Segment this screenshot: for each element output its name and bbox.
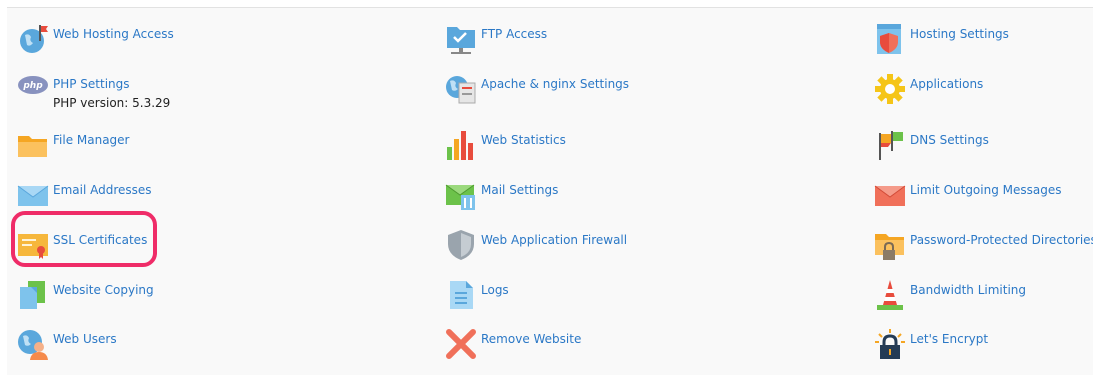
php-settings-label: PHP Settings	[53, 77, 130, 91]
document-log-icon	[445, 279, 477, 311]
ssl-certificates-label: SSL Certificates	[53, 233, 148, 247]
gear-icon	[874, 73, 906, 105]
remove-website-label: Remove Website	[481, 332, 582, 346]
php-version-text: PHP version: 5.3.29	[53, 96, 171, 110]
dns-settings-link[interactable]: DNS Settings	[874, 129, 989, 161]
web-hosting-access-label: Web Hosting Access	[53, 27, 174, 41]
applications-link[interactable]: Applications	[874, 73, 983, 105]
apache-nginx-settings-label: Apache & nginx Settings	[481, 77, 630, 91]
certificate-icon	[17, 229, 49, 261]
lets-encrypt-link[interactable]: Let's Encrypt	[874, 328, 988, 360]
lock-folder-icon	[874, 229, 906, 261]
lets-encrypt-label: Let's Encrypt	[910, 332, 989, 346]
web-users-link[interactable]: Web Users	[17, 328, 117, 360]
file-manager-label: File Manager	[53, 133, 130, 147]
ftp-access-label: FTP Access	[481, 27, 548, 41]
hosting-settings-icon	[874, 23, 906, 55]
apache-nginx-settings-link[interactable]: Apache & nginx Settings	[445, 73, 629, 105]
bandwidth-limiting-link[interactable]: Bandwidth Limiting	[874, 279, 1026, 311]
email-addresses-link[interactable]: Email Addresses	[17, 179, 152, 211]
server-globe-icon	[445, 73, 477, 105]
ssl-certificates-link[interactable]: SSL Certificates	[17, 229, 147, 261]
bandwidth-limiting-label: Bandwidth Limiting	[910, 283, 1027, 297]
web-application-firewall-label: Web Application Firewall	[481, 233, 628, 247]
web-users-label: Web Users	[53, 332, 117, 346]
file-manager-link[interactable]: File Manager	[17, 129, 130, 161]
website-copying-label: Website Copying	[53, 283, 154, 297]
svg-text:php: php	[22, 81, 43, 91]
shield-icon	[445, 229, 477, 261]
encrypt-lock-icon	[874, 328, 906, 360]
php-icon: php	[17, 73, 49, 105]
dns-settings-label: DNS Settings	[910, 133, 989, 147]
mail-settings-icon	[445, 179, 477, 211]
mail-settings-label: Mail Settings	[481, 183, 559, 197]
hosting-settings-label: Hosting Settings	[910, 27, 1009, 41]
remove-website-link[interactable]: Remove Website	[445, 328, 581, 360]
bar-chart-icon	[445, 129, 477, 161]
logs-link[interactable]: Logs	[445, 279, 509, 311]
applications-label: Applications	[910, 77, 984, 91]
web-hosting-access-link[interactable]: Web Hosting Access	[17, 23, 174, 55]
folder-icon	[17, 129, 49, 161]
hosting-settings-link[interactable]: Hosting Settings	[874, 23, 1009, 55]
password-protected-directories-link[interactable]: Password-Protected Directories	[874, 229, 1093, 261]
envelope-icon	[17, 179, 49, 211]
email-addresses-label: Email Addresses	[53, 183, 152, 197]
globe-flag-icon	[17, 23, 49, 55]
website-copying-link[interactable]: Website Copying	[17, 279, 154, 311]
copy-pages-icon	[17, 279, 49, 311]
web-statistics-label: Web Statistics	[481, 133, 566, 147]
limit-outgoing-messages-link[interactable]: Limit Outgoing Messages	[874, 179, 1062, 211]
web-statistics-link[interactable]: Web Statistics	[445, 129, 566, 161]
limit-outgoing-messages-label: Limit Outgoing Messages	[910, 183, 1062, 197]
user-globe-icon	[17, 328, 49, 360]
mail-settings-link[interactable]: Mail Settings	[445, 179, 558, 211]
ftp-access-link[interactable]: FTP Access	[445, 23, 547, 55]
envelope-red-icon	[874, 179, 906, 211]
ftp-folder-icon	[445, 23, 477, 55]
logs-label: Logs	[481, 283, 509, 297]
remove-x-icon	[445, 328, 477, 360]
dns-flags-icon	[874, 129, 906, 161]
web-application-firewall-link[interactable]: Web Application Firewall	[445, 229, 627, 261]
php-settings-link[interactable]: php PHP Settings PHP version: 5.3.29	[17, 73, 170, 110]
password-protected-directories-label: Password-Protected Directories	[910, 233, 1093, 247]
cone-icon	[874, 279, 906, 311]
